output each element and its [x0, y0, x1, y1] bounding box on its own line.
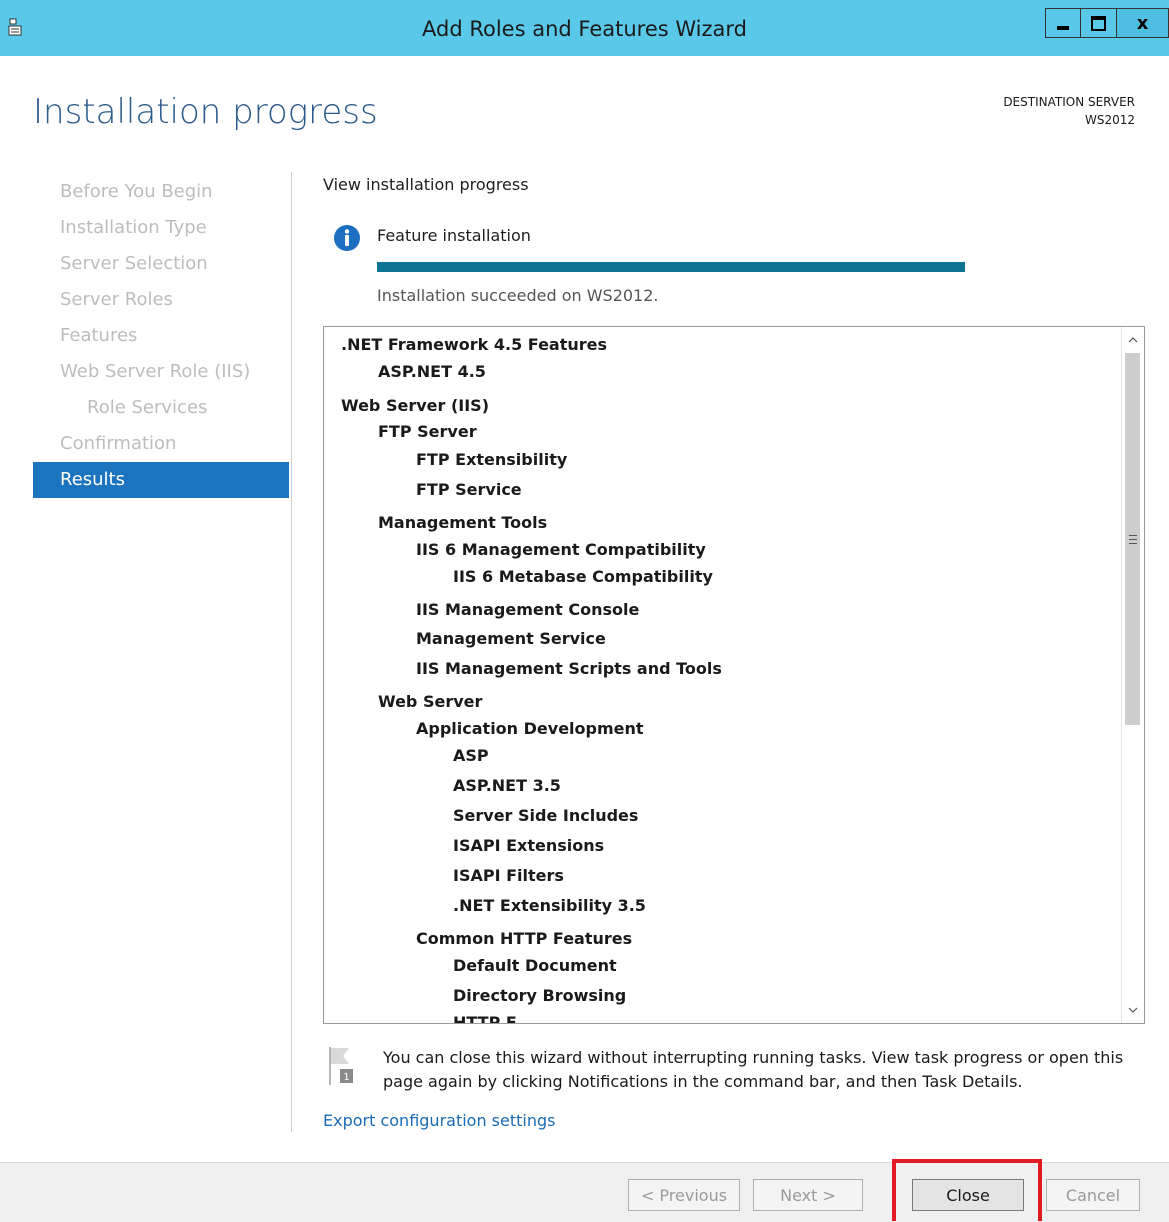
- list-item: IIS 6 Management Compatibility: [416, 540, 706, 559]
- nav-item-installation-type[interactable]: Installation Type: [33, 210, 289, 246]
- list-item: Management Tools: [378, 513, 548, 532]
- nav-item-server-selection[interactable]: Server Selection: [33, 246, 289, 282]
- nav-item-web-server-role[interactable]: Web Server Role (IIS): [33, 354, 289, 390]
- list-item: .NET Extensibility 3.5: [453, 896, 646, 915]
- installation-status: Installation succeeded on WS2012.: [377, 286, 659, 305]
- nav-item-role-services[interactable]: Role Services: [33, 390, 289, 426]
- list-item: ASP.NET 4.5: [378, 362, 486, 381]
- features-list-content: .NET Framework 4.5 Features ASP.NET 4.5 …: [324, 327, 1122, 1023]
- page-title: Installation progress: [33, 92, 378, 132]
- chevron-up-icon: [1128, 337, 1138, 343]
- minimize-icon: [1057, 26, 1069, 30]
- scroll-down-button[interactable]: [1122, 999, 1144, 1021]
- list-item: IIS Management Console: [416, 600, 640, 619]
- nav-item-server-roles[interactable]: Server Roles: [33, 282, 289, 318]
- chevron-down-icon: [1128, 1007, 1138, 1013]
- wizard-steps-nav: Before You Begin Installation Type Serve…: [33, 174, 289, 498]
- nav-item-results[interactable]: Results: [33, 462, 289, 498]
- window-title: Add Roles and Features Wizard: [422, 17, 747, 41]
- destination-label: DESTINATION SERVER: [1003, 95, 1135, 109]
- list-item: FTP Service: [416, 480, 522, 499]
- destination-server: DESTINATION SERVER WS2012: [1003, 93, 1135, 129]
- window-controls: x: [1045, 8, 1169, 38]
- destination-server-name: WS2012: [1084, 113, 1135, 127]
- list-item: IIS Management Scripts and Tools: [416, 659, 722, 678]
- nav-item-before-you-begin[interactable]: Before You Begin: [33, 174, 289, 210]
- list-item: .NET Framework 4.5 Features: [341, 335, 608, 354]
- close-button-highlight: [892, 1159, 1042, 1221]
- cancel-button[interactable]: Cancel: [1046, 1179, 1140, 1211]
- list-item: FTP Extensibility: [416, 450, 568, 469]
- progress-fill: [377, 262, 965, 272]
- title-bar: Add Roles and Features Wizard x: [0, 0, 1169, 56]
- list-item: ASP.NET 3.5: [453, 776, 561, 795]
- maximize-icon: [1091, 15, 1106, 31]
- list-item: Common HTTP Features: [416, 929, 633, 948]
- grip-icon: [1128, 534, 1137, 544]
- nav-item-confirmation[interactable]: Confirmation: [33, 426, 289, 462]
- export-configuration-link[interactable]: Export configuration settings: [323, 1111, 555, 1130]
- scrollbar-thumb[interactable]: [1125, 353, 1140, 725]
- nav-divider: [291, 172, 292, 1132]
- list-item: Directory Browsing: [453, 986, 627, 1005]
- close-icon: x: [1136, 12, 1149, 34]
- notification-flag-icon: 1: [329, 1047, 353, 1085]
- list-item: Server Side Includes: [453, 806, 639, 825]
- next-button[interactable]: Next >: [753, 1179, 863, 1211]
- notification-badge: 1: [343, 1072, 349, 1083]
- feature-installation-label: Feature installation: [377, 226, 531, 245]
- previous-button[interactable]: < Previous: [628, 1179, 740, 1211]
- list-item: FTP Server: [378, 422, 477, 441]
- maximize-button[interactable]: [1081, 8, 1117, 38]
- info-icon: [334, 225, 360, 251]
- installation-progress-bar: [377, 262, 965, 272]
- list-item: Default Document: [453, 956, 617, 975]
- list-item: Management Service: [416, 629, 606, 648]
- list-item: ASP: [453, 746, 489, 765]
- vertical-scrollbar[interactable]: [1121, 327, 1144, 1023]
- list-item: HTTP E...: [453, 1013, 536, 1023]
- minimize-button[interactable]: [1045, 8, 1081, 38]
- list-item: ISAPI Extensions: [453, 836, 605, 855]
- list-item: ISAPI Filters: [453, 866, 564, 885]
- nav-item-features[interactable]: Features: [33, 318, 289, 354]
- section-label: View installation progress: [323, 175, 529, 194]
- installed-features-list[interactable]: .NET Framework 4.5 Features ASP.NET 4.5 …: [323, 326, 1145, 1024]
- list-item: IIS 6 Metabase Compatibility: [453, 567, 713, 586]
- close-wizard-note: You can close this wizard without interr…: [383, 1048, 1124, 1091]
- list-item: Web Server (IIS): [341, 396, 490, 415]
- scroll-up-button[interactable]: [1122, 329, 1144, 351]
- close-window-button[interactable]: x: [1117, 8, 1169, 38]
- list-item: Web Server: [378, 692, 483, 711]
- list-item: Application Development: [416, 719, 644, 738]
